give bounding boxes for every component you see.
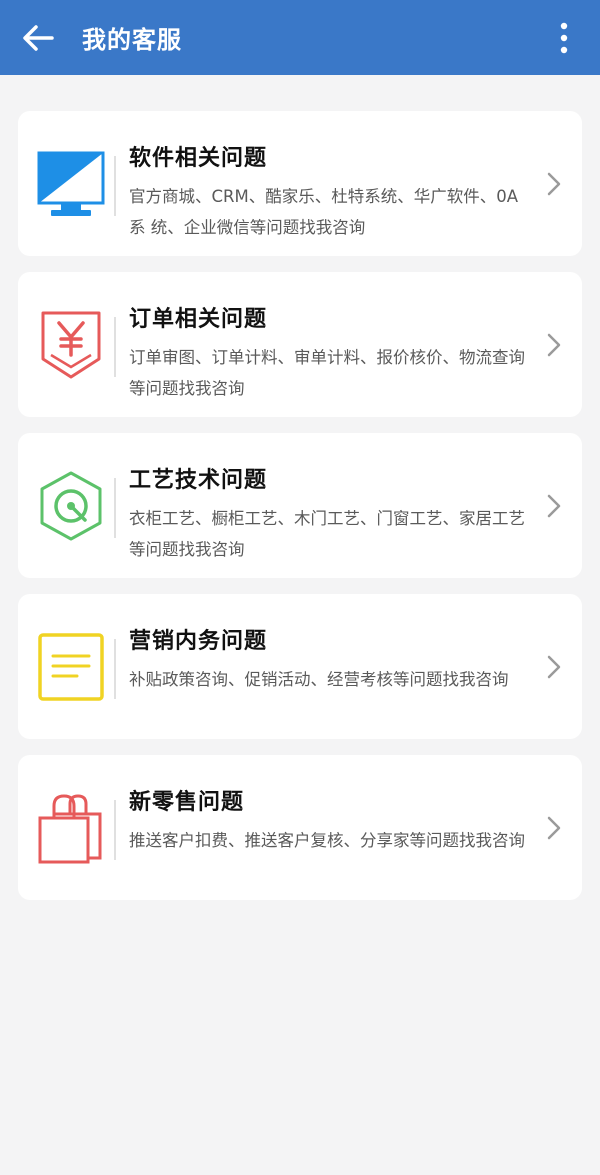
card-divider (114, 478, 116, 538)
card-icon-wrapper (36, 433, 106, 578)
card-icon-wrapper (36, 594, 106, 739)
hexagon-gear-icon (40, 471, 102, 540)
chevron-right-icon (542, 111, 566, 256)
chevron-right-icon (542, 272, 566, 417)
card-description: 推送客户扣费、推送客户复核、分享家等问题找我咨询 (129, 831, 525, 850)
category-card-marketing[interactable]: 营销内务问题 补贴政策咨询、促销活动、经营考核等问题找我咨询 (18, 594, 582, 739)
card-title: 工艺技术问题 (129, 468, 268, 493)
chevron-right-icon (542, 433, 566, 578)
more-button[interactable] (552, 18, 576, 58)
page-title: 我的客服 (82, 26, 182, 54)
yuan-order-icon (41, 311, 101, 378)
card-divider (114, 800, 116, 860)
card-icon-wrapper (36, 272, 106, 417)
card-title: 营销内务问题 (129, 629, 268, 654)
monitor-icon (37, 151, 105, 216)
card-title: 新零售问题 (129, 790, 245, 815)
card-icon-wrapper (36, 755, 106, 900)
card-description: 补贴政策咨询、促销活动、经营考核等问题找我咨询 (129, 670, 509, 689)
category-list: 软件相关问题 官方商城、CRM、酷家乐、杜特系统、华广软件、0A系 统、企业微信… (18, 111, 582, 916)
card-description: 官方商城、CRM、酷家乐、杜特系统、华广软件、0A系 统、企业微信等问题找我咨询 (129, 187, 519, 237)
arrow-left-icon (23, 25, 54, 51)
category-card-order[interactable]: 订单相关问题 订单审图、订单计料、审单计料、报价核价、物流查询等问题找我咨询 (18, 272, 582, 417)
notepad-icon (38, 632, 104, 701)
card-title: 软件相关问题 (129, 146, 268, 171)
card-divider (114, 156, 116, 216)
category-card-software[interactable]: 软件相关问题 官方商城、CRM、酷家乐、杜特系统、华广软件、0A系 统、企业微信… (18, 111, 582, 256)
category-card-craft[interactable]: 工艺技术问题 衣柜工艺、橱柜工艺、木门工艺、门窗工艺、家居工艺等问题找我咨询 (18, 433, 582, 578)
card-divider (114, 317, 116, 377)
app-bar: 我的客服 (0, 0, 600, 75)
card-title: 订单相关问题 (129, 307, 268, 332)
card-icon-wrapper (36, 111, 106, 256)
more-vertical-icon (560, 22, 568, 54)
back-button[interactable] (18, 18, 58, 58)
chevron-right-icon (542, 755, 566, 900)
card-divider (114, 639, 116, 699)
card-description: 订单审图、订单计料、审单计料、报价核价、物流查询等问题找我咨询 (129, 348, 525, 398)
category-card-retail[interactable]: 新零售问题 推送客户扣费、推送客户复核、分享家等问题找我咨询 (18, 755, 582, 900)
shopping-bag-icon (38, 793, 102, 863)
card-description: 衣柜工艺、橱柜工艺、木门工艺、门窗工艺、家居工艺等问题找我咨询 (129, 509, 525, 559)
chevron-right-icon (542, 594, 566, 739)
